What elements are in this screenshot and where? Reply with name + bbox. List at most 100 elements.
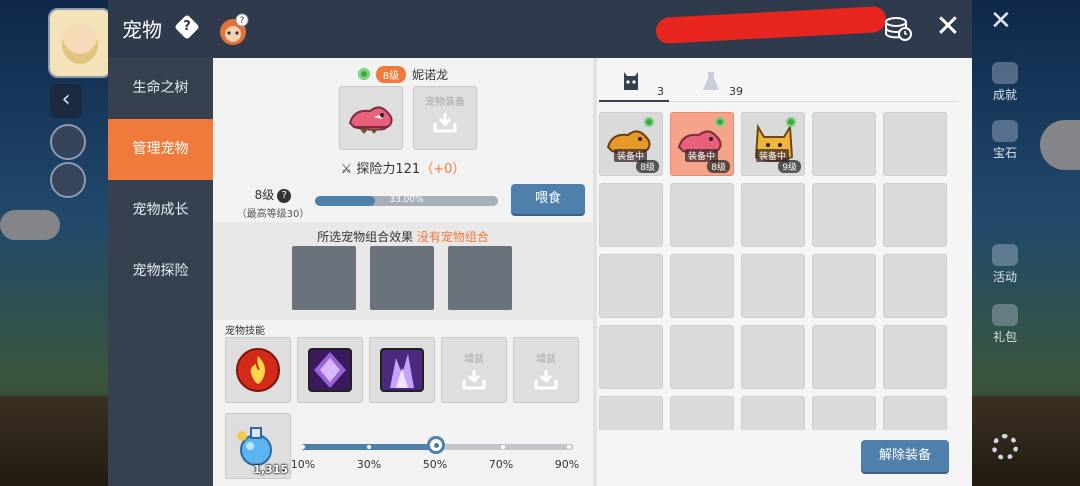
gift-icon	[992, 304, 1018, 326]
hud-gem[interactable]: 宝石	[975, 120, 1035, 161]
combo-slot[interactable]	[370, 246, 434, 310]
combo-status: 没有宠物组合	[416, 230, 489, 244]
empty-pet-slot[interactable]	[670, 325, 734, 389]
combo-slot[interactable]	[448, 246, 512, 310]
tab-pet-items[interactable]: 39	[701, 70, 751, 98]
slider-knob[interactable]	[427, 436, 445, 454]
back-arrow-icon[interactable]: ‹	[50, 84, 82, 118]
empty-pet-slot[interactable]	[599, 396, 663, 430]
slider-tick	[501, 445, 505, 449]
sidebar-item-pet-adventure[interactable]: 宠物探险	[108, 241, 213, 302]
buff-skill-slot[interactable]: 增益	[513, 337, 579, 403]
empty-pet-slot[interactable]	[883, 396, 947, 430]
empty-pet-slot[interactable]	[741, 183, 805, 247]
pet-bear-icon	[624, 72, 638, 90]
hud-event[interactable]: 活动	[975, 244, 1035, 285]
pet-card-selected[interactable]: 装备中 8级	[670, 112, 734, 176]
slider-tick	[301, 445, 305, 449]
active-tab-indicator	[599, 100, 669, 102]
skill-slot[interactable]	[369, 337, 435, 403]
empty-pet-slot[interactable]	[883, 325, 947, 389]
empty-pet-slot[interactable]	[741, 254, 805, 318]
clover-icon	[715, 117, 725, 127]
help-icon[interactable]: ?	[174, 14, 200, 40]
sidebar-item-manage-pets[interactable]: 管理宠物	[108, 119, 213, 180]
outer-close-icon[interactable]: ✕	[990, 6, 1012, 36]
slider-tick-label: 10%	[290, 458, 316, 471]
skills-label: 宠物技能	[225, 326, 265, 337]
hud-gift[interactable]: 礼包	[975, 304, 1035, 345]
xp-percent: 33.00%	[389, 195, 424, 205]
empty-pet-slot[interactable]	[741, 396, 805, 430]
empty-pet-slot[interactable]	[883, 112, 947, 176]
pet-name: 妮诺龙	[412, 68, 449, 82]
panel-title: 宠物	[122, 18, 162, 42]
buff-skill-slot[interactable]: 增益	[441, 337, 507, 403]
potion-slot[interactable]: 1,315	[225, 413, 291, 479]
download-icon	[462, 370, 486, 390]
settings-gear-icon[interactable]	[992, 434, 1018, 460]
close-button[interactable]: ✕	[932, 12, 964, 44]
empty-pet-slot[interactable]	[741, 325, 805, 389]
empty-pet-slot[interactable]	[812, 183, 876, 247]
unequip-button[interactable]: 解除装备	[861, 440, 949, 472]
pink-dragon-icon	[348, 106, 393, 134]
empty-pet-slot[interactable]	[670, 254, 734, 318]
potion-flask-icon	[703, 72, 719, 90]
slider-tick-label: 90%	[554, 458, 580, 471]
pet-card[interactable]: 装备中 8级	[599, 112, 663, 176]
coin-stack-icon[interactable]	[883, 14, 913, 42]
pet-inventory: 3 39 装备中 8级 装备中 8级 装备中 9级 解除装备	[597, 58, 972, 486]
empty-pet-slot[interactable]	[883, 183, 947, 247]
slider-tick	[367, 445, 371, 449]
empty-pet-slot[interactable]	[670, 183, 734, 247]
clover-icon	[357, 68, 370, 80]
hud-achievement[interactable]: 成就	[975, 62, 1035, 103]
combo-slot[interactable]	[292, 246, 356, 310]
gem-icon	[992, 120, 1018, 142]
skill-slot[interactable]	[297, 337, 363, 403]
fire-skill-icon	[236, 348, 280, 392]
skill-slot[interactable]	[225, 337, 291, 403]
feed-button[interactable]: 喂食	[511, 184, 585, 214]
sidebar-item-life-tree[interactable]: 生命之树	[108, 58, 213, 119]
slider-tick	[567, 445, 571, 449]
purple-crystal-skill-icon	[380, 348, 424, 392]
download-icon	[433, 113, 457, 133]
sidebar: 生命之树 管理宠物 宠物成长 宠物探险	[108, 58, 213, 486]
combo-effect-section: 所选宠物组合效果 没有宠物组合	[213, 222, 593, 320]
empty-pet-slot[interactable]	[812, 325, 876, 389]
purple-skill-icon	[308, 348, 352, 392]
level-help-icon[interactable]: ?	[277, 189, 292, 203]
pet-portrait[interactable]	[339, 86, 403, 150]
calendar-icon	[992, 244, 1018, 266]
empty-pet-slot[interactable]	[599, 325, 663, 389]
swords-icon: ⚔	[340, 162, 353, 177]
adventure-power: ⚔ 探险力121（+0）	[340, 162, 466, 177]
pet-level-info: 8级? （最高等级30）	[236, 188, 310, 220]
hud-scroll-icon[interactable]	[50, 124, 86, 160]
tab-pets[interactable]: 3	[621, 70, 671, 98]
xp-bar: 33.00%	[315, 195, 498, 206]
slider-tick-label: 50%	[422, 458, 448, 471]
empty-pet-slot[interactable]	[812, 254, 876, 318]
pet-card[interactable]: 装备中 9级	[741, 112, 805, 176]
empty-pet-slot[interactable]	[812, 396, 876, 430]
slider-tick-label: 30%	[356, 458, 382, 471]
svg-text:?: ?	[240, 16, 245, 26]
empty-pet-slot[interactable]	[599, 254, 663, 318]
pet-header: 8级 妮诺龙	[213, 66, 593, 83]
hud-handshake-icon[interactable]	[50, 162, 86, 198]
empty-pet-slot[interactable]	[883, 254, 947, 318]
player-avatar[interactable]	[48, 8, 112, 78]
empty-pet-slot[interactable]	[599, 183, 663, 247]
empty-pet-slot[interactable]	[670, 396, 734, 430]
empty-pet-slot[interactable]	[812, 112, 876, 176]
sidebar-item-pet-growth[interactable]: 宠物成长	[108, 180, 213, 241]
achievement-icon	[992, 62, 1018, 84]
combo-title: 所选宠物组合效果 没有宠物组合	[317, 230, 489, 244]
pet-guide-icon[interactable]: ?	[216, 13, 250, 47]
pet-equipment-slot[interactable]: 宠物装备	[413, 86, 477, 150]
pet-grid: 装备中 8级 装备中 8级 装备中 9级	[599, 112, 959, 430]
pet-panel: 宠物 ? ? ✕ 生命之树 管理宠物 宠物成长 宠物探险 8级 妮诺龙 宠物装备…	[108, 0, 972, 486]
